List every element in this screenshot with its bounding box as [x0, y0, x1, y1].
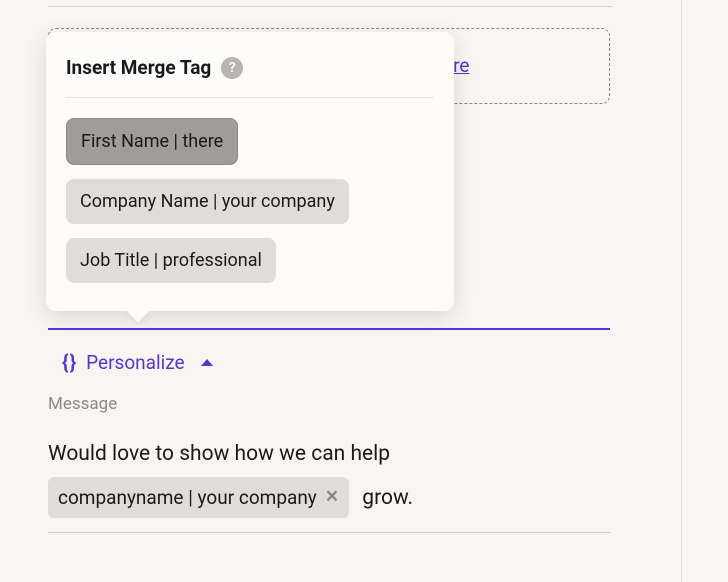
merge-tag-list: First Name | there Company Name | your c… [66, 118, 434, 283]
message-body[interactable]: Would love to show how we can help compa… [48, 438, 610, 518]
message-text-suffix: grow. [362, 486, 413, 510]
chevron-up-icon [201, 359, 213, 366]
close-icon[interactable]: ✕ [325, 484, 339, 510]
braces-icon: { } [62, 350, 74, 374]
personalize-label: Personalize [86, 351, 184, 374]
section-top-border [48, 6, 612, 7]
popup-header: Insert Merge Tag ? [66, 56, 434, 98]
merge-tag-first-name[interactable]: First Name | there [66, 118, 238, 165]
message-text-prefix: Would love to show how we can help [48, 442, 390, 466]
help-icon[interactable]: ? [221, 57, 243, 79]
message-underline [48, 532, 610, 533]
merge-tag-job-title[interactable]: Job Title | professional [66, 238, 276, 283]
popup-title: Insert Merge Tag [66, 56, 211, 79]
input-underline [48, 328, 610, 330]
merge-tag-company-name[interactable]: Company Name | your company [66, 179, 349, 224]
message-merge-tag[interactable]: companyname | your company ✕ [48, 477, 349, 518]
panel-right-border [681, 0, 682, 582]
merge-tag-popup: Insert Merge Tag ? First Name | there Co… [46, 32, 454, 311]
popup-pointer-icon [127, 300, 150, 323]
merge-tag-text: companyname | your company [58, 483, 317, 512]
personalize-button[interactable]: { } Personalize [62, 350, 213, 374]
message-field-label: Message [48, 394, 117, 414]
